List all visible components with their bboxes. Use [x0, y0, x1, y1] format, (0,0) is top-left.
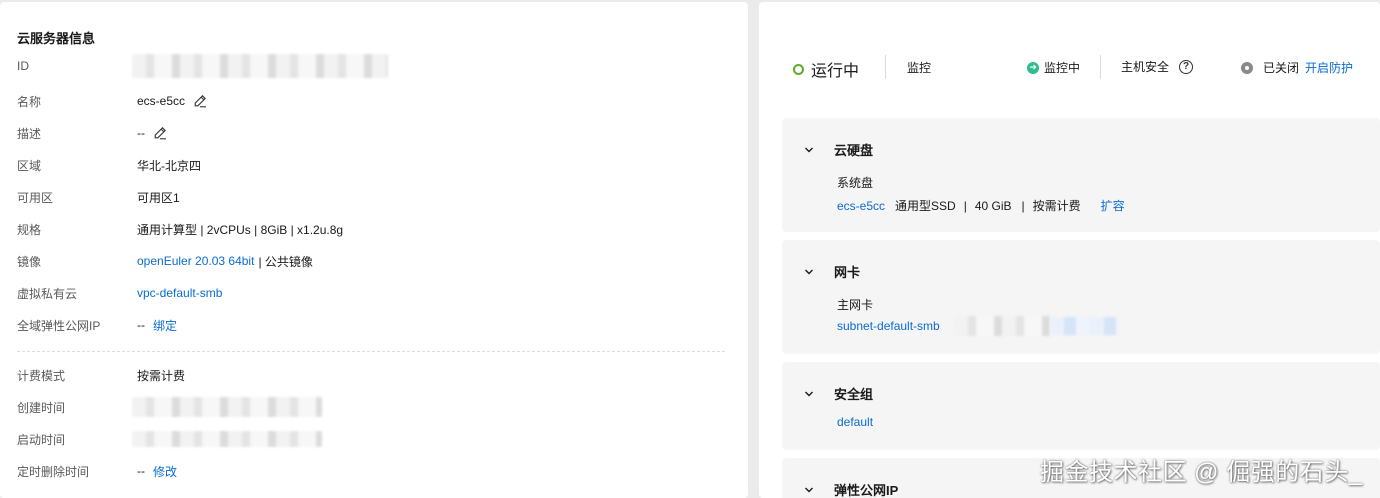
monitor-status[interactable]: ➜ 监控中 [1027, 59, 1080, 76]
description-value: -- [137, 126, 145, 140]
flavor-value: 通用计算型 | 2vCPUs | 8GiB | x1.2u.8g [137, 222, 344, 237]
security-group-section-header[interactable]: 安全组 [804, 384, 873, 403]
info-row-id: ID [17, 54, 388, 78]
eip-section-header[interactable]: 弹性公网IP [804, 480, 898, 498]
vpc-label: 虚拟私有云 [17, 286, 78, 301]
server-info-title: 云服务器信息 [17, 31, 96, 46]
separator: | [963, 198, 967, 213]
image-label: 镜像 [17, 254, 42, 269]
monitoring-icon: ➜ [1027, 61, 1039, 74]
status-divider-1 [885, 55, 886, 79]
nic-section-header[interactable]: 网卡 [804, 262, 860, 281]
chevron-down-icon[interactable] [804, 389, 814, 399]
global-eip-value: -- [137, 318, 145, 332]
disk-size: 40 GiB [974, 198, 1012, 213]
server-info-panel: 云服务器信息 ID 名称 ecs-e5cc 描述 -- 区域 华北-北京四 可用… [0, 2, 748, 498]
image-type: | 公共镜像 [258, 254, 313, 269]
running-status-icon [793, 63, 804, 75]
closed-status-icon [1241, 61, 1253, 74]
billing-label: 计费模式 [17, 368, 66, 383]
region-label: 区域 [17, 158, 42, 173]
flavor-label: 规格 [17, 222, 42, 237]
disk-section-header[interactable]: 云硬盘 [804, 140, 873, 159]
monitor-label: 监控 [907, 61, 932, 75]
section-divider [17, 351, 725, 352]
started-label: 启动时间 [17, 432, 66, 447]
disk-name-link[interactable]: ecs-e5cc [837, 199, 885, 213]
info-row-vpc: 虚拟私有云 vpc-default-smb [17, 283, 222, 303]
info-row-scheduled-delete: 定时删除时间 -- 修改 [17, 461, 177, 481]
info-row-global-eip: 全域弹性公网IP -- 绑定 [17, 315, 177, 335]
info-row-image: 镜像 openEuler 20.03 64bit | 公共镜像 [17, 251, 313, 271]
security-group-title: 安全组 [834, 387, 874, 402]
chevron-down-icon[interactable] [804, 485, 814, 495]
info-row-flavor: 规格 通用计算型 | 2vCPUs | 8GiB | x1.2u.8g [17, 219, 343, 239]
help-icon[interactable]: ? [1179, 59, 1194, 74]
info-row-created: 创建时间 [17, 397, 322, 417]
info-row-started: 启动时间 [17, 429, 322, 449]
scheduled-delete-value: -- [137, 464, 145, 478]
status-bar: 运行中 监控 ➜ 监控中 主机安全 ? 已关闭 开启防护 [759, 2, 1380, 112]
running-status-text: 运行中 [811, 63, 860, 80]
id-label: ID [17, 59, 29, 73]
security-group-section: 安全组 default [782, 362, 1380, 450]
subnet-link[interactable]: subnet-default-smb [837, 319, 940, 333]
info-row-description: 描述 -- [17, 123, 167, 143]
monitor-status-text: 监控中 [1044, 61, 1081, 75]
nic-details: subnet-default-smb [837, 316, 1118, 336]
name-label: 名称 [17, 94, 42, 109]
info-row-name: 名称 ecs-e5cc [17, 91, 207, 111]
scheduled-delete-label: 定时删除时间 [17, 464, 90, 479]
info-row-az: 可用区 可用区1 [17, 187, 180, 207]
security-group-link[interactable]: default [837, 415, 873, 429]
global-eip-label: 全域弹性公网IP [17, 318, 101, 333]
modify-delete-link[interactable]: 修改 [153, 463, 177, 480]
disk-section: 云硬盘 系统盘 ecs-e5cc 通用型SSD | 40 GiB | 按需计费 … [782, 118, 1380, 232]
security-group-details: default [837, 415, 873, 429]
chevron-down-icon[interactable] [804, 145, 814, 155]
created-value-redacted [132, 397, 322, 417]
host-security-label: 主机安全 [1121, 60, 1170, 74]
enable-protection-link[interactable]: 开启防护 [1305, 59, 1353, 76]
name-value: ecs-e5cc [137, 94, 186, 108]
running-status: 运行中 [793, 57, 859, 81]
disk-type: 通用型SSD [895, 199, 956, 213]
nic-section: 网卡 主网卡 subnet-default-smb [782, 240, 1380, 354]
created-label: 创建时间 [17, 400, 66, 415]
expand-disk-link[interactable]: 扩容 [1101, 197, 1125, 214]
security-status-text: 已关闭 [1263, 61, 1300, 75]
disk-details: ecs-e5cc 通用型SSD | 40 GiB | 按需计费 扩容 [837, 197, 1125, 214]
primary-nic-label: 主网卡 [837, 298, 874, 312]
nic-ip-redacted-2 [1049, 317, 1118, 335]
disk-billing: 按需计费 [1032, 199, 1081, 213]
billing-value: 按需计费 [137, 368, 186, 383]
disk-section-title: 云硬盘 [834, 143, 874, 158]
edit-description-icon[interactable] [153, 126, 167, 140]
chevron-down-icon[interactable] [804, 267, 814, 277]
status-divider-2 [1100, 55, 1101, 79]
eip-section-title: 弹性公网IP [834, 483, 899, 498]
nic-ip-redacted [953, 316, 1050, 336]
started-value-redacted [132, 431, 322, 447]
system-disk-label: 系统盘 [837, 176, 874, 190]
security-status: 已关闭 开启防护 [1241, 59, 1353, 76]
nic-section-title: 网卡 [834, 265, 861, 280]
separator: | [1021, 198, 1025, 213]
vpc-link[interactable]: vpc-default-smb [137, 286, 222, 300]
watermark: 掘金技术社区 @ 倔强的石头_ [1040, 459, 1363, 486]
az-value: 可用区1 [137, 190, 180, 205]
az-label: 可用区 [17, 190, 54, 205]
region-value: 华北-北京四 [137, 158, 201, 173]
info-row-region: 区域 华北-北京四 [17, 155, 201, 175]
host-security: 主机安全 ? [1121, 58, 1194, 75]
id-value-redacted [132, 54, 388, 78]
image-link[interactable]: openEuler 20.03 64bit [137, 254, 254, 268]
ecs-detail-page: 云服务器信息 ID 名称 ecs-e5cc 描述 -- 区域 华北-北京四 可用… [0, 0, 1380, 498]
bind-eip-link[interactable]: 绑定 [153, 317, 177, 334]
description-label: 描述 [17, 126, 42, 141]
edit-name-icon[interactable] [193, 94, 207, 108]
info-row-billing: 计费模式 按需计费 [17, 365, 185, 385]
